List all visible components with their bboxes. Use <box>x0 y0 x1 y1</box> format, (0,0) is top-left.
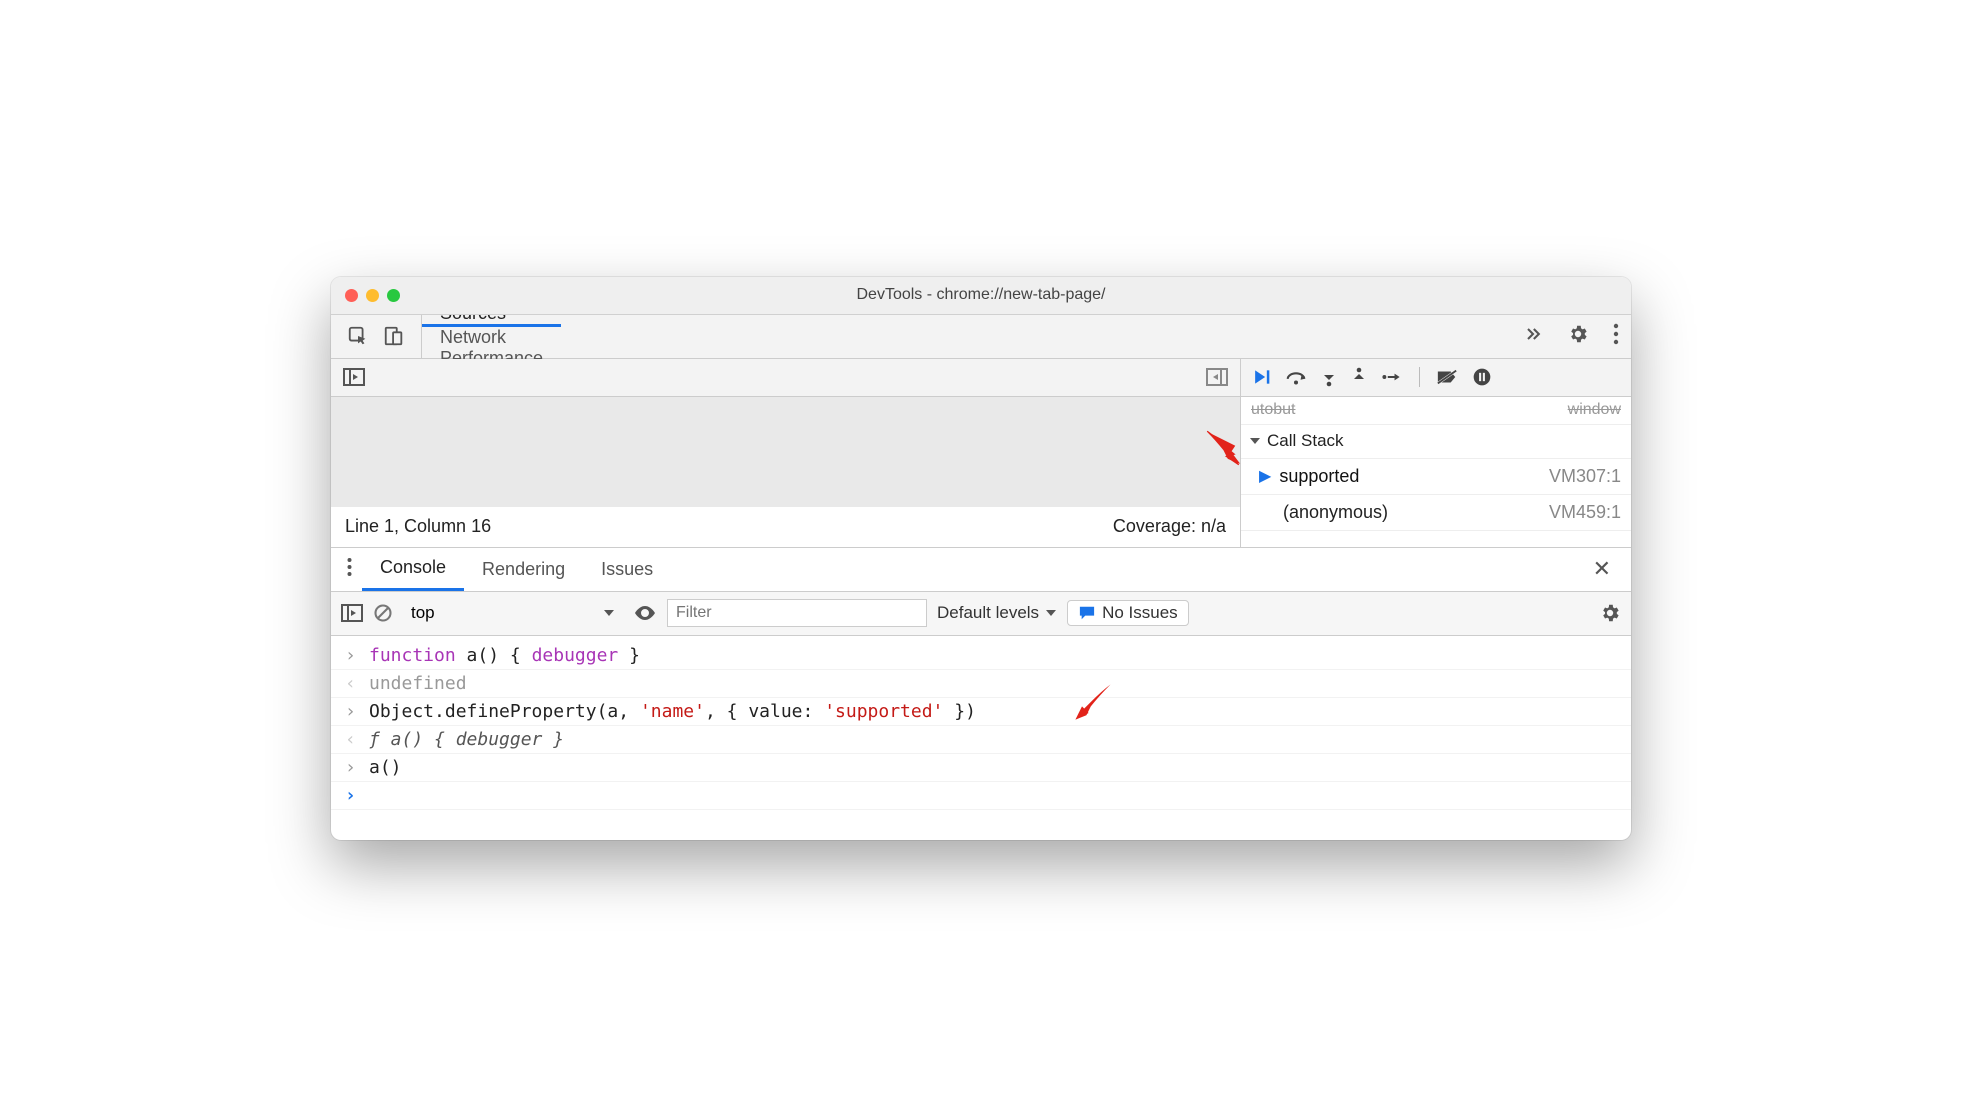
console-settings-icon[interactable] <box>1599 602 1621 624</box>
show-debugger-icon[interactable] <box>1206 368 1228 386</box>
input-marker-icon: › <box>345 757 359 778</box>
console-line: ‹ undefined <box>331 670 1631 698</box>
show-navigator-icon[interactable] <box>343 368 365 386</box>
drawer-tab-issues[interactable]: Issues <box>583 548 671 591</box>
console-line: › Object.defineProperty(a, 'name', { valu… <box>331 698 1631 726</box>
live-expression-icon[interactable] <box>633 604 657 622</box>
console-line-content: a() <box>369 757 402 778</box>
prompt-marker-icon: › <box>345 785 359 806</box>
scope-row-partial: utobut window <box>1241 397 1631 425</box>
more-tabs-icon[interactable] <box>1511 324 1555 349</box>
console-line-content: Object.defineProperty(a, 'name', { value… <box>369 701 976 722</box>
issues-chip[interactable]: No Issues <box>1067 600 1189 626</box>
debugger-sidebar: utobut window Call Stack ▶ supported VM307… <box>1241 359 1631 547</box>
resume-icon[interactable] <box>1251 367 1271 387</box>
sources-toolbar <box>331 359 1240 397</box>
execution-context-value: top <box>411 603 435 623</box>
inspect-tools <box>331 315 422 358</box>
devtools-window: DevTools - chrome://new-tab-page/ Elemen… <box>331 277 1631 840</box>
drawer-tab-rendering[interactable]: Rendering <box>464 548 583 591</box>
settings-icon[interactable] <box>1555 323 1601 350</box>
log-levels-label: Default levels <box>937 603 1039 623</box>
close-drawer-icon[interactable]: ✕ <box>1579 556 1625 582</box>
callstack-frame[interactable]: ▶ supported VM307:1 <box>1241 459 1631 495</box>
editor-empty-area <box>331 397 1240 507</box>
disclosure-triangle-icon <box>1249 435 1261 447</box>
tab-network[interactable]: Network <box>422 327 561 348</box>
show-console-sidebar-icon[interactable] <box>341 604 363 622</box>
output-marker-icon: ‹ <box>345 729 359 750</box>
step-over-icon[interactable] <box>1285 367 1307 387</box>
console-line-content: undefined <box>369 673 467 694</box>
sources-panel: Line 1, Column 16 Coverage: n/a <box>331 359 1631 548</box>
console-filter-input[interactable] <box>667 599 927 627</box>
scope-label: utobut <box>1251 401 1295 419</box>
console-output: › function a() { debugger } ‹ undefined › Obj… <box>331 636 1631 840</box>
drawer-tab-console[interactable]: Console <box>362 548 464 591</box>
pause-exceptions-icon[interactable] <box>1472 367 1492 387</box>
output-marker-icon: ‹ <box>345 673 359 694</box>
callstack-section-header[interactable]: Call Stack <box>1241 425 1631 459</box>
main-menu-icon[interactable] <box>1601 323 1631 350</box>
editor-pane: Line 1, Column 16 Coverage: n/a <box>331 359 1241 547</box>
console-toolbar: top Default levels No Issues <box>331 592 1631 636</box>
dropdown-caret-icon <box>1045 607 1057 619</box>
device-toolbar-icon[interactable] <box>383 325 405 347</box>
issues-label: No Issues <box>1102 603 1178 623</box>
coverage-status: Coverage: n/a <box>1113 516 1226 537</box>
scope-value: window <box>1568 401 1621 419</box>
step-out-icon[interactable] <box>1351 367 1367 387</box>
cursor-position: Line 1, Column 16 <box>345 516 491 537</box>
issues-speech-icon <box>1078 605 1096 621</box>
clear-console-icon[interactable] <box>373 603 393 623</box>
main-tab-strip: ElementsConsoleSourcesNetworkPerformance… <box>331 315 1631 359</box>
input-marker-icon: › <box>345 645 359 666</box>
input-marker-icon: › <box>345 701 359 722</box>
debugger-toolbar <box>1241 359 1631 397</box>
console-line: › function a() { debugger } <box>331 642 1631 670</box>
annotation-arrow-icon <box>1071 680 1115 724</box>
frame-name: (anonymous) <box>1283 502 1388 523</box>
inspect-element-icon[interactable] <box>347 325 369 347</box>
titlebar: DevTools - chrome://new-tab-page/ <box>331 277 1631 315</box>
execution-context-select[interactable]: top <box>403 603 623 623</box>
frame-source: VM307:1 <box>1549 466 1621 487</box>
drawer-tab-strip: ConsoleRenderingIssues ✕ <box>331 548 1631 592</box>
callstack-label: Call Stack <box>1267 431 1344 451</box>
step-into-icon[interactable] <box>1321 367 1337 387</box>
console-line: › a() <box>331 754 1631 782</box>
console-line: › <box>331 782 1631 810</box>
dropdown-caret-icon <box>603 607 615 619</box>
deactivate-breakpoints-icon[interactable] <box>1436 368 1458 386</box>
callstack-frame[interactable]: (anonymous) VM459:1 <box>1241 495 1631 531</box>
frame-name: supported <box>1279 466 1359 487</box>
log-levels-select[interactable]: Default levels <box>937 603 1057 623</box>
console-line-content: function a() { debugger } <box>369 645 640 666</box>
console-line-content: ƒ a() { debugger } <box>369 729 564 750</box>
frame-source: VM459:1 <box>1549 502 1621 523</box>
current-frame-arrow-icon: ▶ <box>1259 466 1271 486</box>
step-icon[interactable] <box>1381 368 1403 386</box>
drawer: ConsoleRenderingIssues ✕ top Default lev… <box>331 548 1631 840</box>
console-line: ‹ ƒ a() { debugger } <box>331 726 1631 754</box>
window-title: DevTools - chrome://new-tab-page/ <box>331 286 1631 304</box>
drawer-menu-icon[interactable] <box>337 557 362 582</box>
editor-status-bar: Line 1, Column 16 Coverage: n/a <box>331 507 1240 547</box>
